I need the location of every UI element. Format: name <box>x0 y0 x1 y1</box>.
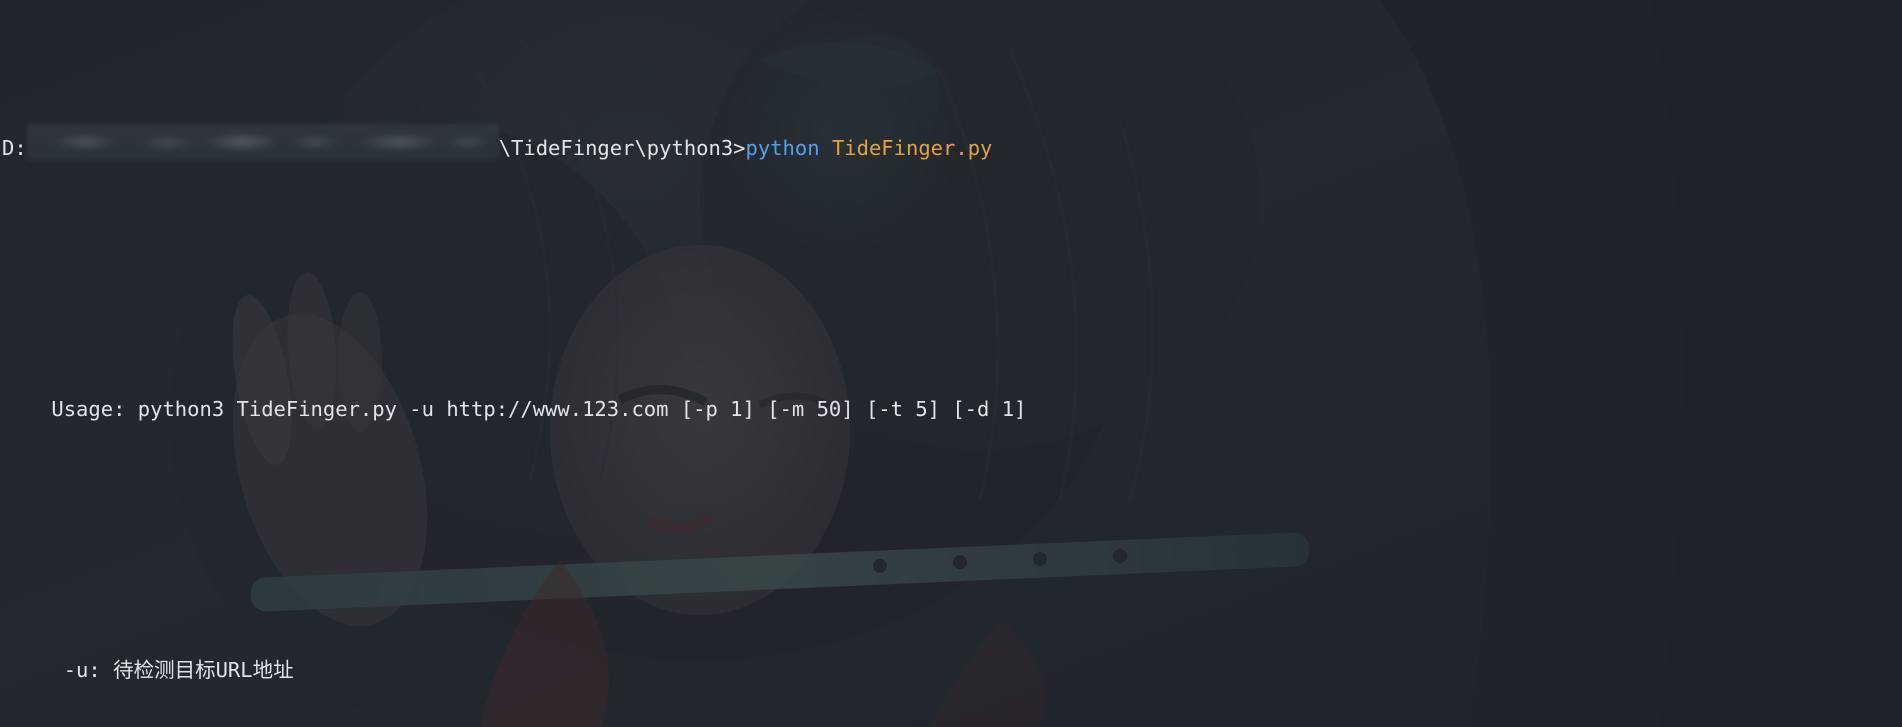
prompt-path-suffix: \TideFinger\python3> <box>498 136 746 160</box>
option-desc-u: 待检测目标URL地址 <box>113 658 294 682</box>
prompt-args: TideFinger.py <box>831 136 993 160</box>
prompt-command: python <box>745 136 820 160</box>
terminal-screen[interactable]: D: \TideFinger\python3>python TideFinger.… <box>0 0 1902 727</box>
usage-text: Usage: python3 TideFinger.py -u http://w… <box>51 397 1027 421</box>
option-line-u: -u: 待检测目标URL地址 <box>0 656 1902 685</box>
option-flag-u: -u: <box>63 658 101 682</box>
redacted-path-blur <box>26 124 499 160</box>
prompt-space-1 <box>820 136 832 160</box>
usage-line: Usage: python3 TideFinger.py -u http://w… <box>0 395 1902 424</box>
terminal-window: D: \TideFinger\python3>python TideFinger.… <box>0 0 1902 727</box>
prompt-path-prefix: D: <box>2 136 27 160</box>
prompt-line-1: D: \TideFinger\python3>python TideFinger.… <box>0 124 1902 163</box>
